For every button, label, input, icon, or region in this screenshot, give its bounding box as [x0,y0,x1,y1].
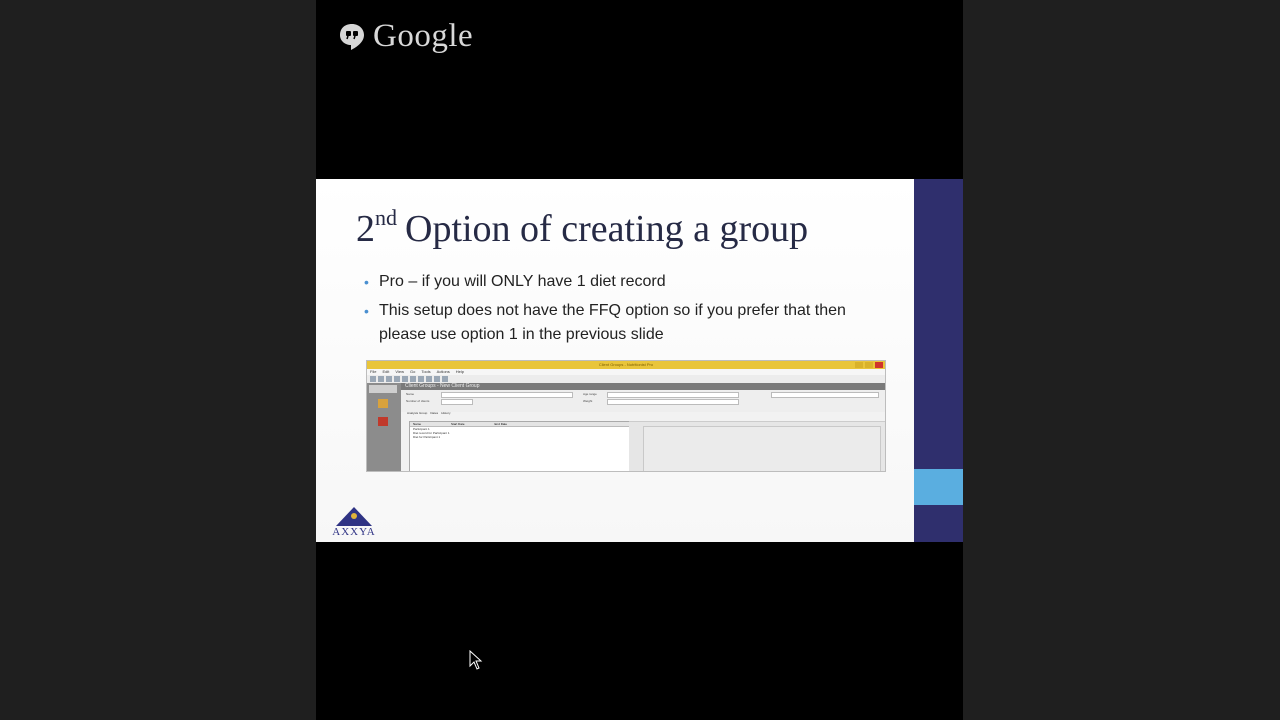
toolbar-icon [386,376,392,382]
clients-label: Number of clients [406,399,430,403]
toolbar-icon [426,376,432,382]
toolbar-icon [418,376,424,382]
slide-title: 2nd Option of creating a group [356,205,808,251]
axxya-logo: AXXYA [328,505,380,538]
app-window-title: Client Groups - Nutritionist Pro [598,362,654,367]
grid-column-end-date: End Date [494,422,508,426]
menu-go: Go [409,369,416,374]
app-titlebar: Client Groups - Nutritionist Pro [367,361,885,369]
app-screenshot: Client Groups - Nutritionist Pro File Ed… [366,360,886,472]
slide-side-accent [914,469,963,505]
grid-column-name: Name [413,422,422,426]
app-navigation-pane [367,383,401,471]
menu-file: File [370,369,377,374]
tab-dates: Dates [430,411,439,415]
app-group-form: Name Number of clients Age range Weight [401,390,885,412]
clients-field [441,399,473,405]
toolbar-icon [434,376,440,382]
left-letterbox [0,0,316,720]
app-panel-header: Client Groups - New Client Group [401,383,885,390]
menu-view: View [395,369,404,374]
age-range-label: Age range [583,392,597,396]
presentation-slide: 2nd Option of creating a group Pro – if y… [316,179,963,542]
logo-text: AXXYA [332,526,376,538]
mouse-pointer-icon [469,650,483,670]
toolbar-icon [394,376,400,382]
clients-icon [378,399,388,408]
window-controls [855,362,883,368]
participants-grid: Name Start Date End Date Participant 1 D… [409,421,630,471]
groups-icon [378,417,388,426]
toolbar-icon [402,376,408,382]
weight-field [607,399,739,405]
menu-help: Help [455,369,465,374]
nav-tab [369,385,397,393]
tab-history: History [441,411,451,415]
name-field [441,392,573,398]
bullet-item: Pro – if you will ONLY have 1 diet recor… [364,270,884,294]
minimize-icon [855,362,863,368]
slide-bullets: Pro – if you will ONLY have 1 diet recor… [364,270,884,352]
toolbar-icon [378,376,384,382]
google-wordmark: Google [373,18,474,54]
weight-label: Weight [583,399,593,403]
maximize-icon [865,362,873,368]
google-branding: Google [339,18,473,55]
close-icon [875,362,883,368]
right-letterbox [963,0,1280,720]
menu-tools: Tools [421,369,431,374]
grid-column-start-date: Start Date [451,422,465,426]
menu-actions: Actions [436,369,450,374]
toolbar-icon [410,376,416,382]
title-text: Option of creating a group [405,208,809,250]
tab-analysis-group: Analysis Group [407,411,428,415]
bullet-item: This setup does not have the FFQ option … [364,299,884,347]
extra-field [771,392,879,398]
title-ordinal: nd [375,205,397,230]
app-detail-pane [629,421,885,471]
logo-mark-icon [336,507,372,526]
toolbar-icon [442,376,448,382]
hangouts-icon [340,23,364,50]
title-number: 2 [356,208,375,250]
age-range-field [607,392,739,398]
app-tabs: Analysis Group Dates History [407,411,451,415]
table-row: Diet for Participant 1 [413,435,441,439]
toolbar-icon [370,376,376,382]
name-label: Name [406,392,415,396]
detail-box [643,426,881,471]
menu-edit: Edit [382,369,390,374]
